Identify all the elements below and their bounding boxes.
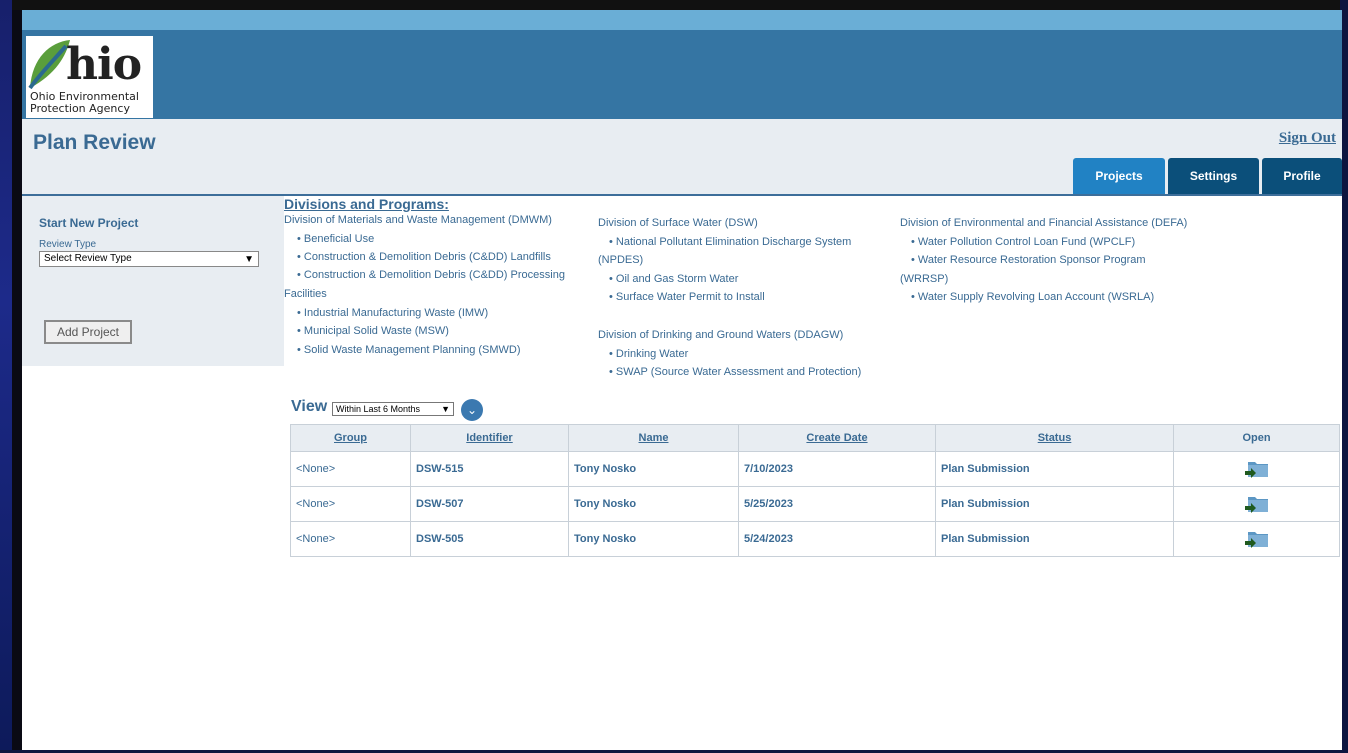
sign-out-link[interactable]: Sign Out	[1279, 130, 1336, 147]
expand-chevron-button[interactable]: ⌄	[461, 399, 483, 421]
cell-identifier: DSW-515	[410, 451, 569, 487]
cell-identifier: DSW-505	[410, 521, 569, 557]
cell-identifier: DSW-507	[410, 486, 569, 522]
program-item[interactable]: • Solid Waste Management Planning (SMWD)	[297, 344, 521, 356]
agency-logo[interactable]: hio Ohio Environmental Protection Agency	[26, 36, 153, 118]
program-item[interactable]: • Water Pollution Control Loan Fund (WPC…	[911, 236, 1135, 248]
program-item[interactable]: • Municipal Solid Waste (MSW)	[297, 325, 449, 337]
start-project-panel: Start New Project Review Type Select Rev…	[22, 196, 284, 366]
cell-create-date: 5/25/2023	[738, 486, 936, 522]
program-item[interactable]: • SWAP (Source Water Assessment and Prot…	[609, 366, 861, 378]
cell-group: <None>	[290, 486, 411, 522]
page-title: Plan Review	[33, 131, 156, 154]
program-item[interactable]: • Oil and Gas Storm Water	[609, 273, 738, 285]
page: hio Ohio Environmental Protection Agency…	[22, 10, 1342, 750]
column-header-identifier[interactable]: Identifier	[410, 424, 569, 452]
cell-open	[1173, 521, 1340, 557]
program-item[interactable]: • Beneficial Use	[297, 233, 374, 245]
chevron-down-icon: ▼	[441, 404, 450, 414]
division-ddagw[interactable]: Division of Drinking and Ground Waters (…	[598, 329, 843, 341]
cell-name: Tony Nosko	[568, 521, 739, 557]
division-dsw[interactable]: Division of Surface Water (DSW)	[598, 217, 758, 229]
program-item[interactable]: • Surface Water Permit to Install	[609, 291, 765, 303]
tab-bar: Projects Settings Profile	[1073, 158, 1342, 194]
program-item-continuation[interactable]: (WRRSP)	[900, 273, 948, 285]
program-item-continuation[interactable]: Facilities	[284, 288, 327, 300]
folder-open-icon[interactable]	[1244, 494, 1270, 514]
tab-projects[interactable]: Projects	[1073, 158, 1165, 194]
projects-table: Group Identifier Name Create Date Status…	[290, 424, 1340, 557]
window-frame-top	[0, 0, 1348, 10]
column-header-open: Open	[1173, 424, 1340, 452]
column-header-name[interactable]: Name	[568, 424, 739, 452]
view-filter-select[interactable]: Within Last 6 Months ▼	[332, 402, 454, 416]
program-item[interactable]: • Water Resource Restoration Sponsor Pro…	[911, 254, 1146, 266]
division-defa[interactable]: Division of Environmental and Financial …	[900, 217, 1187, 229]
table-row: <None> DSW-507 Tony Nosko 5/25/2023 Plan…	[290, 486, 1340, 522]
cell-create-date: 7/10/2023	[738, 451, 936, 487]
view-filter-value: Within Last 6 Months	[336, 404, 421, 414]
divisions-heading[interactable]: Divisions and Programs:	[284, 196, 449, 212]
add-project-button[interactable]: Add Project	[44, 320, 132, 344]
review-type-label: Review Type	[39, 239, 97, 250]
table-row: <None> DSW-505 Tony Nosko 5/24/2023 Plan…	[290, 521, 1340, 557]
program-item[interactable]: • Construction & Demolition Debris (C&DD…	[297, 269, 565, 281]
program-item[interactable]: • Water Supply Revolving Loan Account (W…	[911, 291, 1154, 303]
header-bar: Plan Review Sign Out Projects Settings P…	[22, 119, 1342, 196]
logo-word: hio	[66, 39, 142, 90]
column-header-create-date[interactable]: Create Date	[738, 424, 936, 452]
column-header-group[interactable]: Group	[290, 424, 411, 452]
window-frame-left	[0, 0, 12, 753]
chevron-down-icon: ▼	[244, 254, 254, 265]
top-strip	[22, 10, 1342, 30]
cell-status: Plan Submission	[935, 521, 1174, 557]
division-dmwm[interactable]: Division of Materials and Waste Manageme…	[284, 214, 552, 226]
cell-group: <None>	[290, 451, 411, 487]
review-type-value: Select Review Type	[44, 253, 132, 264]
table-header-row: Group Identifier Name Create Date Status…	[290, 424, 1340, 452]
table-row: <None> DSW-515 Tony Nosko 7/10/2023 Plan…	[290, 451, 1340, 487]
cell-name: Tony Nosko	[568, 451, 739, 487]
tab-settings[interactable]: Settings	[1168, 158, 1259, 194]
program-item[interactable]: • Industrial Manufacturing Waste (IMW)	[297, 307, 488, 319]
cell-open	[1173, 451, 1340, 487]
view-label: View	[291, 398, 328, 415]
folder-open-icon[interactable]	[1244, 529, 1270, 549]
program-item[interactable]: • National Pollutant Elimination Dischar…	[609, 236, 851, 248]
column-header-status[interactable]: Status	[935, 424, 1174, 452]
cell-group: <None>	[290, 521, 411, 557]
cell-open	[1173, 486, 1340, 522]
folder-open-icon[interactable]	[1244, 459, 1270, 479]
cell-status: Plan Submission	[935, 451, 1174, 487]
program-item-continuation[interactable]: (NPDES)	[598, 254, 643, 266]
cell-create-date: 5/24/2023	[738, 521, 936, 557]
review-type-select[interactable]: Select Review Type ▼	[39, 251, 259, 267]
cell-name: Tony Nosko	[568, 486, 739, 522]
logo-subtitle-2: Protection Agency	[30, 102, 130, 115]
cell-status: Plan Submission	[935, 486, 1174, 522]
banner: hio Ohio Environmental Protection Agency	[22, 30, 1342, 119]
program-item[interactable]: • Construction & Demolition Debris (C&DD…	[297, 251, 551, 263]
tab-profile[interactable]: Profile	[1262, 158, 1342, 194]
start-project-title: Start New Project	[39, 216, 139, 230]
program-item[interactable]: • Drinking Water	[609, 348, 688, 360]
